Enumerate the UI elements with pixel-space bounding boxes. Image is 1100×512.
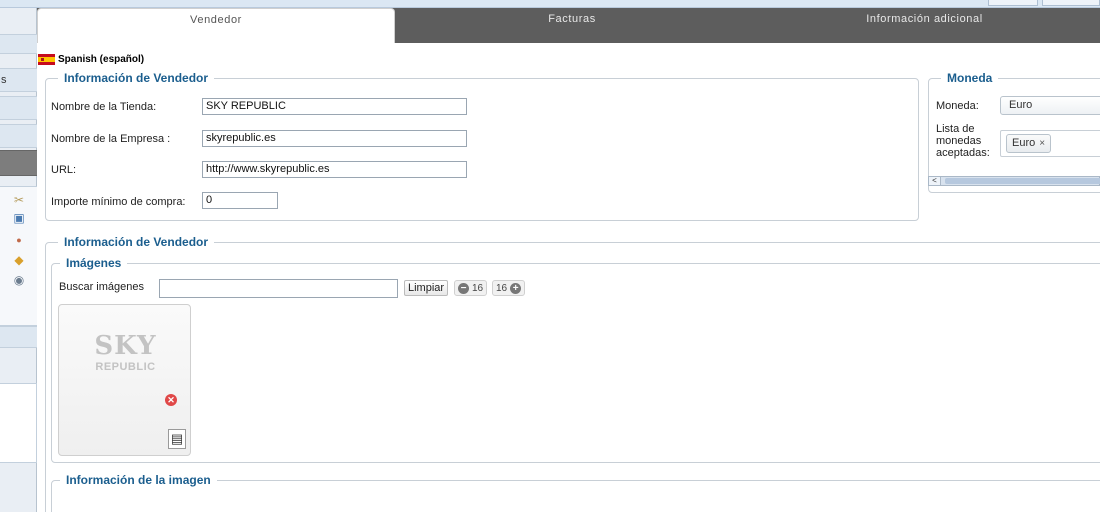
spain-flag-icon bbox=[38, 54, 55, 65]
image-thumbnail[interactable]: SKY REPUBLIC ✕ ▤ bbox=[58, 304, 191, 456]
bag-icon[interactable]: ◆ bbox=[12, 253, 26, 267]
language-indicator: Spanish (español) bbox=[38, 54, 144, 65]
images-legend: Imágenes bbox=[60, 256, 128, 270]
edit-icon[interactable]: ▤ bbox=[168, 429, 186, 449]
currency-select[interactable]: Euro bbox=[1000, 96, 1100, 115]
vendor-info-legend: Información de Vendedor bbox=[58, 71, 215, 85]
currency-chip: Euro × bbox=[1006, 134, 1052, 153]
left-sidebar: s ✂ ▣ ● ◆ ◉ bbox=[0, 8, 37, 512]
tab-informacion-adicional[interactable]: Información adicional bbox=[749, 8, 1100, 43]
top-toolbar-strip bbox=[0, 0, 1100, 8]
minus-icon: − bbox=[458, 282, 469, 294]
size-value: 16 bbox=[496, 282, 508, 294]
sidebar-item[interactable]: s bbox=[0, 68, 37, 92]
store-name-label: Nombre de la Tienda: bbox=[51, 101, 157, 113]
globe-icon[interactable]: ◉ bbox=[12, 273, 26, 287]
tools-icon[interactable]: ✂ bbox=[12, 193, 26, 207]
sidebar-item[interactable] bbox=[0, 96, 37, 120]
sidebar-panel bbox=[0, 383, 37, 463]
delete-icon[interactable]: ✕ bbox=[165, 394, 177, 406]
toolbar-button[interactable] bbox=[988, 0, 1038, 6]
scroll-left-icon[interactable]: < bbox=[929, 177, 941, 185]
sidebar-item-label: s bbox=[1, 74, 7, 86]
logo-text-republic: REPUBLIC bbox=[95, 361, 156, 373]
tab-bar: Vendedor Facturas Información adicional bbox=[37, 8, 1100, 43]
plus-icon: + bbox=[510, 282, 522, 294]
thumbnail-size-increase[interactable]: 16 + bbox=[492, 280, 526, 296]
store-name-field[interactable]: SKY REPUBLIC bbox=[202, 98, 467, 115]
image-info-fieldset: Información de la imagen bbox=[51, 473, 1100, 512]
clear-button[interactable]: Limpiar bbox=[404, 280, 449, 296]
image-icon[interactable]: ▣ bbox=[12, 211, 26, 225]
sidebar-item[interactable] bbox=[0, 124, 37, 148]
company-name-label: Nombre de la Empresa : bbox=[51, 133, 171, 145]
toolbar-button[interactable] bbox=[1042, 0, 1100, 6]
min-purchase-label: Importe mínimo de compra: bbox=[51, 196, 186, 208]
thumbnail-size-decrease[interactable]: − 16 bbox=[454, 280, 488, 296]
chip-remove-icon[interactable]: × bbox=[1039, 138, 1045, 149]
url-field[interactable]: http://www.skyrepublic.es bbox=[202, 161, 467, 178]
accepted-currencies-label: Lista de monedas aceptadas: bbox=[936, 123, 990, 159]
sidebar-section-header[interactable] bbox=[0, 150, 37, 176]
image-info-legend: Información de la imagen bbox=[60, 473, 217, 487]
language-label: Spanish (español) bbox=[58, 54, 145, 65]
logo-text-sky: SKY bbox=[94, 331, 157, 361]
scrollbar-thumb[interactable] bbox=[945, 178, 1100, 184]
tab-facturas[interactable]: Facturas bbox=[395, 8, 749, 43]
min-purchase-field[interactable]: 0 bbox=[202, 192, 278, 209]
currency-label: Moneda: bbox=[936, 100, 979, 112]
vendor-images-legend: Información de Vendedor bbox=[58, 235, 215, 249]
sidebar-icon-panel: ✂ ▣ ● ◆ ◉ bbox=[0, 186, 37, 326]
paint-icon[interactable]: ● bbox=[12, 233, 26, 247]
url-label: URL: bbox=[51, 164, 77, 176]
sidebar-item[interactable] bbox=[0, 326, 37, 348]
search-images-label: Buscar imágenes bbox=[59, 281, 144, 293]
currency-chip-label: Euro bbox=[1012, 137, 1036, 149]
company-name-field[interactable]: skyrepublic.es bbox=[202, 130, 467, 147]
tab-vendedor[interactable]: Vendedor bbox=[37, 8, 395, 43]
size-value: 16 bbox=[472, 282, 484, 294]
search-images-input[interactable] bbox=[159, 279, 398, 298]
sidebar-section[interactable] bbox=[0, 34, 37, 54]
currency-legend: Moneda bbox=[941, 71, 999, 85]
currency-horizontal-scrollbar[interactable]: < bbox=[928, 176, 1100, 186]
